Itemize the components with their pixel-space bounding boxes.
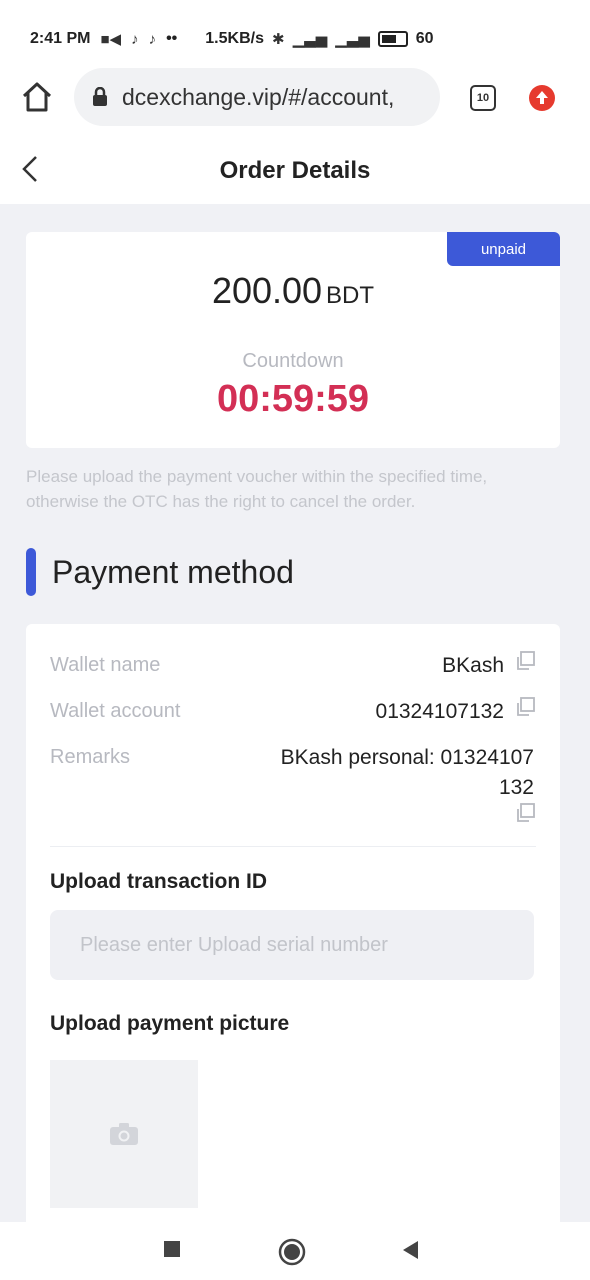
status-time: 2:41 PM xyxy=(30,30,91,47)
section-accent-bar xyxy=(26,548,36,596)
upload-picture-title: Upload payment picture xyxy=(50,1012,290,1035)
countdown-timer: 00:59:59 xyxy=(216,378,370,420)
wallet-name-label: Wallet name xyxy=(50,654,161,676)
wallet-account-value: 01324107132 xyxy=(375,700,504,723)
order-summary-card: unpaid 200.00 BDT Countdown 00:59:59 xyxy=(26,232,560,448)
status-badge: unpaid xyxy=(447,232,560,266)
more-notifications-icon: •• xyxy=(166,30,178,47)
wallet-account-label: Wallet account xyxy=(50,700,181,722)
page-title: Order Details xyxy=(219,157,371,184)
transaction-id-input[interactable] xyxy=(50,910,534,980)
page-header: Order Details xyxy=(0,138,590,204)
signal-icon: ▁▃▅ xyxy=(292,31,328,48)
order-amount: 200.00 BDT xyxy=(26,270,560,312)
camera-icon xyxy=(110,1123,138,1145)
copy-wallet-name-icon[interactable] xyxy=(514,650,536,672)
home-nav-icon[interactable] xyxy=(278,1238,306,1266)
network-speed: 1.5KB/s xyxy=(205,30,264,47)
back-nav-icon[interactable] xyxy=(401,1240,419,1260)
upload-tx-title: Upload transaction ID xyxy=(50,870,268,893)
url-text: dcexchange.vip/#/account, xyxy=(122,83,395,110)
bluetooth-icon: ✱ xyxy=(271,31,285,48)
payment-card: Wallet name BKash Wallet account 0132410… xyxy=(26,624,560,1244)
upload-notice: Please upload the payment voucher within… xyxy=(26,467,488,511)
browser-menu-icon[interactable] xyxy=(528,84,556,112)
system-nav-bar xyxy=(0,1222,590,1280)
battery-level: 60 xyxy=(415,30,434,47)
copy-wallet-account-icon[interactable] xyxy=(514,696,536,718)
lock-icon xyxy=(93,87,107,106)
tiktok-icon-2: ♪ xyxy=(148,30,157,48)
signal-icon-2: ▁▃▅ xyxy=(335,31,370,48)
remarks-label: Remarks xyxy=(50,746,131,768)
video-icon: ■◀ xyxy=(100,31,122,48)
amount-currency: BDT xyxy=(326,282,375,309)
wallet-name-value: BKash xyxy=(442,654,504,677)
divider xyxy=(50,846,536,847)
back-icon[interactable] xyxy=(18,154,42,184)
payment-method-heading: Payment method xyxy=(26,548,294,596)
countdown-label: Countdown xyxy=(242,350,344,372)
remarks-value-line2: 132 xyxy=(498,776,534,799)
browser-bar: dcexchange.vip/#/account, 10 xyxy=(0,66,590,139)
url-bar[interactable]: dcexchange.vip/#/account, xyxy=(74,68,440,126)
home-icon[interactable] xyxy=(20,80,54,114)
battery-icon xyxy=(377,31,408,47)
tiktok-icon: ♪ xyxy=(131,30,139,48)
recent-apps-icon[interactable] xyxy=(163,1240,181,1258)
remarks-value-line1: BKash personal: 01324107 xyxy=(280,746,534,769)
tabs-button[interactable]: 10 xyxy=(470,85,496,111)
section-title: Payment method xyxy=(52,553,294,590)
copy-remarks-icon[interactable] xyxy=(514,802,536,824)
upload-picture-button[interactable] xyxy=(50,1060,198,1208)
amount-value: 200.00 xyxy=(211,270,323,311)
